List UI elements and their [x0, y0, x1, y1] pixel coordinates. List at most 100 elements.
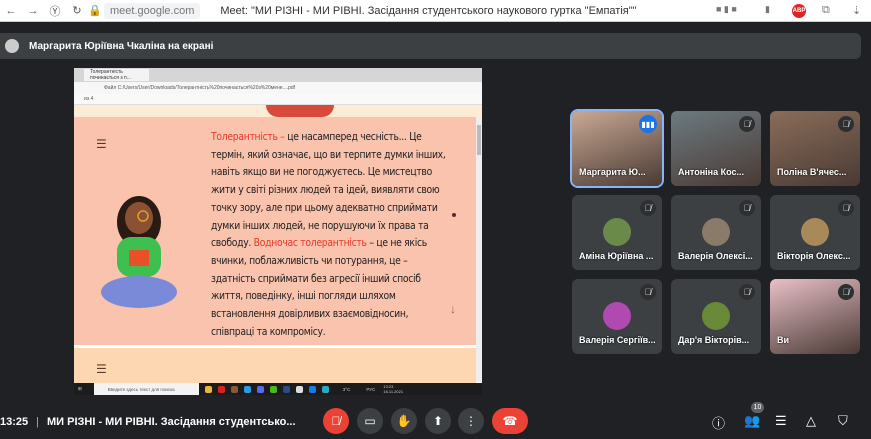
extension-icon[interactable]: ⧉: [822, 4, 830, 17]
participant-avatar: [603, 302, 631, 330]
menu-icon: ☰: [96, 362, 107, 376]
discord-icon: [256, 385, 264, 393]
browser-toolbar: ← → Ⓨ ↻ 🔒 meet.google.com Meet: "МИ РІЗН…: [0, 0, 871, 22]
present-icon: ⬆: [432, 414, 444, 428]
participant-avatar: [603, 218, 631, 246]
reload-icon[interactable]: ↻: [66, 4, 88, 17]
activities-icon[interactable]: △: [806, 413, 816, 429]
camera-icon: ▭: [364, 414, 376, 428]
taskbar-search: Введите здесь текст для поиска: [93, 383, 199, 395]
mic-muted-icon: 🎙̸: [640, 200, 656, 216]
term-highlight: Водночас толерантність: [253, 237, 367, 250]
previous-slide: [74, 105, 482, 117]
adblock-icon[interactable]: ABP: [792, 4, 806, 18]
participant-tile[interactable]: 🎙̸ Ви: [770, 279, 860, 354]
participant-avatar: [702, 302, 730, 330]
girl-illustration: [101, 196, 177, 308]
leave-call-button[interactable]: ☎: [492, 408, 528, 434]
mic-muted-icon: 🎙̸: [838, 200, 854, 216]
participant-tile[interactable]: 🎙̸ Дар'я Вікторів...: [671, 279, 761, 354]
raise-hand-button[interactable]: ✋: [391, 408, 417, 434]
mic-muted-icon: 🎙̸: [838, 284, 854, 300]
edge-icon: [321, 385, 329, 393]
pdf-toolbar: из 4: [74, 94, 482, 105]
meeting-details[interactable]: 13:25 | МИ РІЗНІ - МИ РІВНІ. Засідання с…: [0, 416, 296, 428]
app-icon: [230, 385, 238, 393]
participant-tile[interactable]: ▮▮▮ Маргарита Ю...: [570, 109, 664, 188]
text-run: – це не якісь вчинки, поблажливість чи п…: [211, 237, 427, 338]
language: РУС: [366, 386, 376, 392]
participant-name: Поліна В'ячес...: [777, 167, 847, 177]
slide-dot: [452, 213, 456, 217]
windows-icon: ⊞: [78, 386, 82, 391]
info-icon[interactable]: ⓘ: [712, 413, 725, 432]
end-call-icon: ☎: [502, 414, 518, 428]
mic-off-icon: 🎙̸: [331, 414, 341, 428]
back-icon[interactable]: ←: [0, 5, 22, 17]
separator: |: [36, 416, 39, 428]
participant-tile[interactable]: 🎙̸ Поліна В'ячес...: [770, 111, 860, 186]
address-bar[interactable]: meet.google.com: [104, 2, 201, 19]
presenting-label: Маргарита Юріївна Чкаліна на екрані: [29, 40, 214, 52]
download-icon[interactable]: ⇣: [852, 4, 861, 17]
forward-icon[interactable]: →: [22, 5, 44, 17]
more-options-button[interactable]: ⋮: [458, 408, 484, 434]
people-icon[interactable]: 👥: [744, 413, 760, 429]
meeting-time: 13:25: [0, 416, 29, 428]
mic-muted-icon: 🎙̸: [739, 200, 755, 216]
menu-icon: ☰: [96, 137, 107, 151]
mic-off-button[interactable]: 🎙̸: [323, 408, 349, 434]
participant-name: Маргарита Ю...: [579, 167, 646, 177]
windows-taskbar: ⊞ Введите здесь текст для поиска 3°C РУС…: [74, 383, 482, 395]
participant-name: Вікторія Олекс...: [777, 251, 851, 261]
camera-button[interactable]: ▭: [357, 408, 383, 434]
page-indicator: из 4: [84, 96, 94, 102]
participant-tile[interactable]: 🎙̸ Валерія Олексі...: [671, 195, 761, 270]
camera-icon[interactable]: ■ ▮ ■: [716, 4, 737, 15]
steam-icon: [282, 385, 290, 393]
mic-muted-icon: 🎙̸: [640, 284, 656, 300]
present-button[interactable]: ⬆: [425, 408, 451, 434]
opera-icon: [217, 385, 225, 393]
page-title: Meet: "МИ РІЗНІ - МИ РІВНІ. Засідання ст…: [220, 4, 637, 17]
participant-name: Антоніна Кос...: [678, 167, 744, 177]
shared-screen: Толерантність починається з п... Файл C:…: [74, 68, 482, 395]
yandex-icon[interactable]: Ⓨ: [44, 3, 66, 19]
participant-avatar: [801, 218, 829, 246]
chat-icon[interactable]: ☰: [775, 413, 787, 429]
participant-tile[interactable]: 🎙̸ Антоніна Кос...: [671, 111, 761, 186]
folder-icon: [204, 385, 212, 393]
bookmark-icon[interactable]: ▮: [765, 4, 770, 15]
participant-name: Дар'я Вікторів...: [678, 335, 750, 345]
edge-tab: Толерантність починається з п...: [84, 69, 149, 81]
hand-icon: ✋: [396, 414, 412, 428]
next-slide: ☰: [74, 348, 476, 383]
telegram-icon: [243, 385, 251, 393]
slide-text: Толерантність – це насамперед чесність..…: [211, 129, 447, 341]
edge-tabbar: Толерантність починається з п...: [74, 68, 482, 82]
mic-muted-icon: 🎙̸: [739, 284, 755, 300]
text-run: це насамперед чесність... Це термін, яки…: [211, 131, 446, 250]
host-controls-icon[interactable]: ⛉: [838, 413, 848, 429]
app-icon: [295, 385, 303, 393]
weather-temp: 3°C: [342, 386, 351, 392]
meeting-title: МИ РІЗНІ - МИ РІВНІ. Засідання студентсь…: [47, 416, 296, 428]
clock-date: 16.11.2021: [383, 389, 404, 394]
arrow-down-icon: ↓: [450, 302, 456, 316]
pdf-scrollbar: [476, 117, 482, 382]
slide: ☰ Толерантність – це насамперед чесність…: [74, 117, 476, 345]
app-icon: [308, 385, 316, 393]
presenting-banner: Маргарита Юріївна Чкаліна на екрані: [0, 33, 861, 59]
participant-tile[interactable]: 🎙̸ Аміна Юріївна ...: [572, 195, 662, 270]
lock-icon: 🔒: [88, 5, 102, 17]
mic-muted-icon: 🎙̸: [739, 116, 755, 132]
participant-count: 10: [751, 402, 764, 413]
participant-name: Аміна Юріївна ...: [579, 251, 654, 261]
participant-tile[interactable]: 🎙̸ Вікторія Олекс...: [770, 195, 860, 270]
presenter-avatar: [5, 39, 19, 53]
participant-name: Валерія Сергіїв...: [579, 335, 656, 345]
participant-tile[interactable]: 🎙̸ Валерія Сергіїв...: [572, 279, 662, 354]
participant-name: Валерія Олексі...: [678, 251, 753, 261]
speaking-indicator-icon: ▮▮▮: [639, 115, 657, 133]
mic-muted-icon: 🎙̸: [838, 116, 854, 132]
